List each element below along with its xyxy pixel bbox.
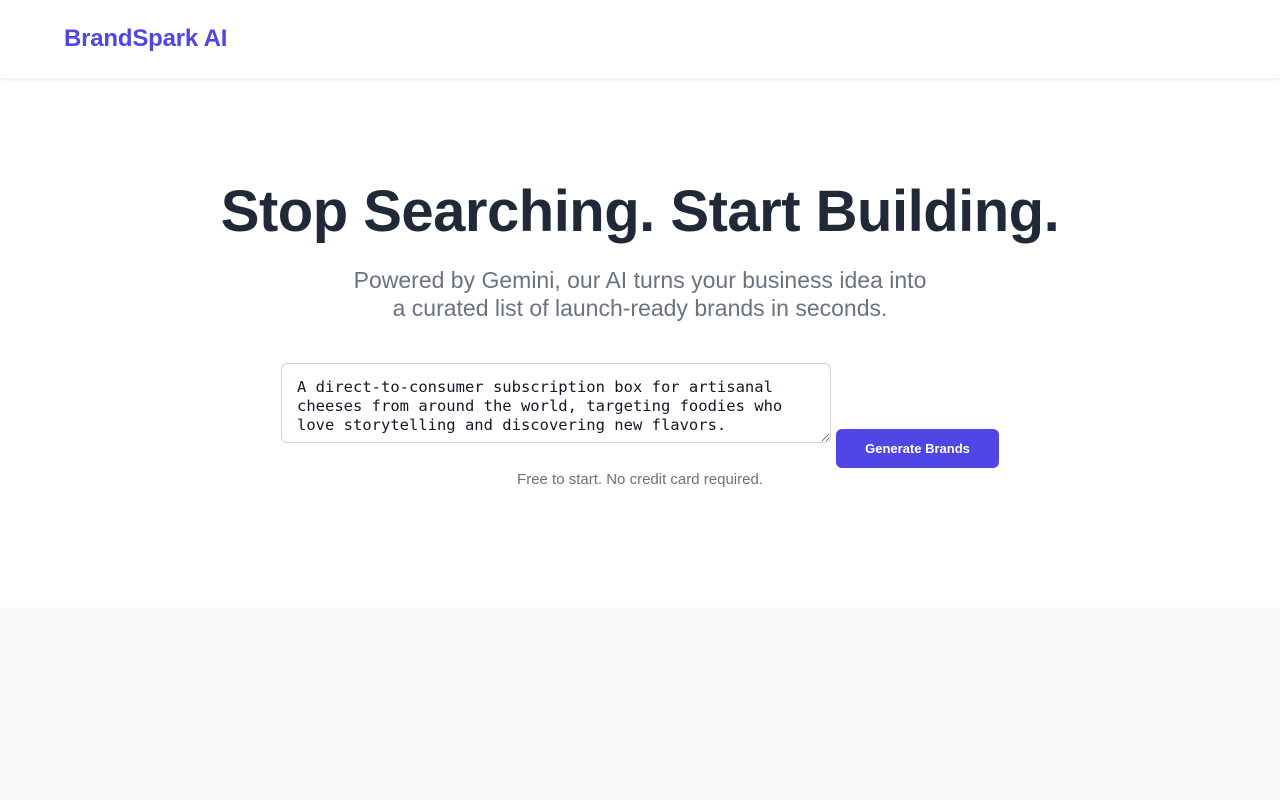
lower-section [0, 607, 1280, 800]
free-start-note: Free to start. No credit card required. [517, 471, 763, 488]
top-navbar: BrandSpark AI [0, 0, 1280, 78]
hero-subheadline-line-2: a curated list of launch-ready brands in… [392, 295, 888, 321]
generate-brands-button[interactable]: Generate Brands [836, 429, 999, 468]
hero-headline: Stop Searching. Start Building. [220, 179, 1060, 244]
brand-logo-link[interactable]: BrandSpark AI [64, 24, 227, 54]
hero-subheadline: Powered by Gemini, our AI turns your bus… [290, 266, 990, 322]
hero-subheadline-line-1: Powered by Gemini, our AI turns your bus… [353, 267, 927, 293]
hero-section: Stop Searching. Start Building. Powered … [0, 78, 1280, 607]
business-idea-input[interactable]: A direct-to-consumer subscription box fo… [281, 363, 831, 443]
